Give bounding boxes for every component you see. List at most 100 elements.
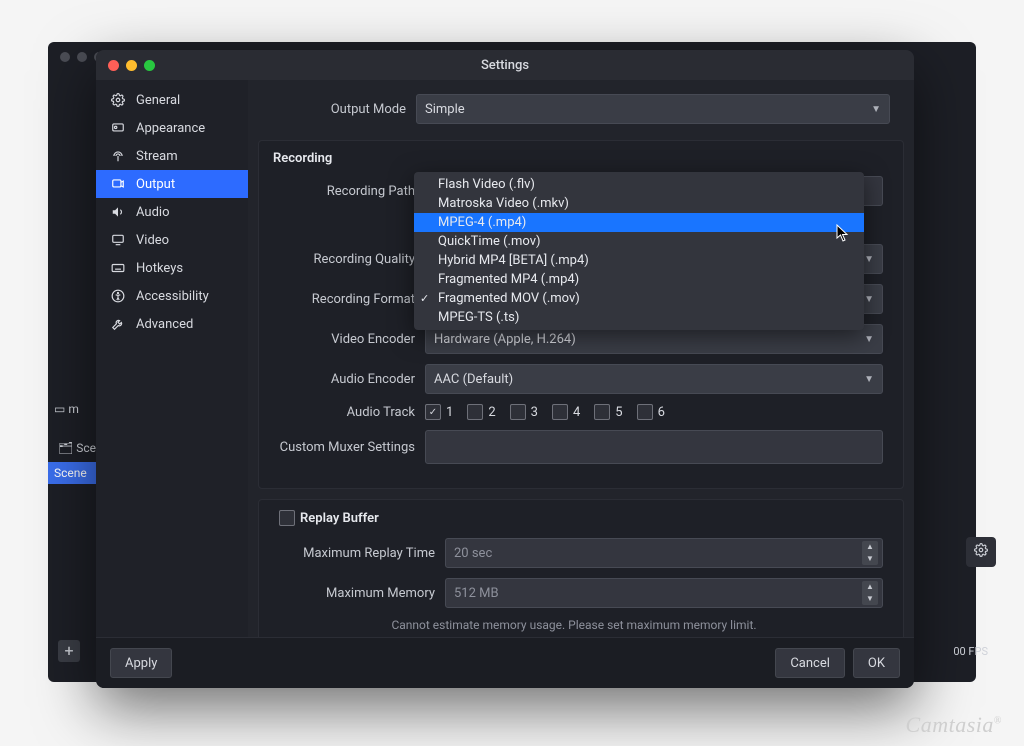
max-memory-label: Maximum Memory [265, 586, 445, 601]
audio-track-2[interactable]: 2 [467, 404, 495, 420]
audio-encoder-label: Audio Encoder [265, 372, 425, 387]
sidebar-item-advanced[interactable]: Advanced [96, 310, 248, 338]
recording-format-dropdown[interactable]: Flash Video (.flv) Matroska Video (.mkv) M… [414, 172, 864, 330]
replay-buffer-checkbox[interactable] [279, 510, 295, 526]
max-memory-input[interactable]: 512 MB ▲▼ [445, 578, 883, 608]
bg-monitor-icon-label: ▭ m [54, 402, 79, 416]
replay-buffer-title: Replay Buffer [300, 511, 379, 526]
format-option[interactable]: Matroska Video (.mkv) [414, 194, 864, 213]
format-option[interactable]: MPEG-4 (.mp4) [414, 213, 864, 232]
speaker-icon [110, 205, 126, 219]
replay-buffer-hint: Cannot estimate memory usage. Please set… [265, 618, 883, 632]
output-mode-select[interactable]: Simple ▼ [416, 94, 890, 124]
audio-track-checkbox[interactable] [425, 404, 441, 420]
output-mode-value: Simple [425, 102, 465, 117]
traffic-lights[interactable] [108, 60, 155, 71]
format-option-label: Fragmented MOV (.mov) [438, 291, 580, 306]
sidebar-item-video[interactable]: Video [96, 226, 248, 254]
sidebar-item-label: Advanced [136, 317, 193, 332]
audio-track-label: Audio Track [265, 405, 425, 420]
format-option[interactable]: MPEG-TS (.ts) [414, 308, 864, 327]
settings-footer: Apply Cancel OK [96, 637, 914, 688]
replay-buffer-section: Replay Buffer Maximum Replay Time 20 sec… [258, 499, 904, 637]
monitor-icon [110, 233, 126, 247]
sidebar-item-label: Appearance [136, 121, 205, 136]
close-window-button[interactable] [108, 60, 119, 71]
spinner-buttons[interactable]: ▲▼ [862, 541, 878, 565]
chevron-down-icon: ▼ [864, 254, 874, 265]
antenna-icon [110, 149, 126, 163]
audio-track-checkbox[interactable] [594, 404, 610, 420]
custom-muxer-input[interactable] [425, 430, 883, 464]
wrench-icon [110, 317, 126, 331]
sidebar-item-stream[interactable]: Stream [96, 142, 248, 170]
bg-add-button[interactable]: + [58, 640, 80, 662]
format-option[interactable]: Flash Video (.flv) [414, 175, 864, 194]
output-icon [110, 177, 126, 191]
sidebar-item-label: Audio [136, 205, 169, 220]
minimize-window-button[interactable] [126, 60, 137, 71]
video-encoder-label: Video Encoder [265, 332, 425, 347]
video-encoder-value: Hardware (Apple, H.264) [434, 332, 576, 347]
titlebar: Settings [96, 50, 914, 80]
sidebar-item-appearance[interactable]: Appearance [96, 114, 248, 142]
zoom-window-button[interactable] [144, 60, 155, 71]
sidebar-item-audio[interactable]: Audio [96, 198, 248, 226]
format-option-label: MPEG-4 (.mp4) [438, 215, 526, 230]
max-replay-time-input[interactable]: 20 sec ▲▼ [445, 538, 883, 568]
watermark: Camtasia® [906, 712, 1002, 738]
format-option-label: Hybrid MP4 [BETA] (.mp4) [438, 253, 589, 268]
chevron-down-icon: ▼ [864, 334, 874, 345]
custom-muxer-label: Custom Muxer Settings [265, 440, 425, 455]
format-option-label: QuickTime (.mov) [438, 234, 541, 249]
audio-encoder-select[interactable]: AAC (Default) ▼ [425, 364, 883, 394]
ok-button[interactable]: OK [853, 648, 900, 678]
check-icon: ✓ [420, 289, 429, 308]
sidebar-item-general[interactable]: General [96, 86, 248, 114]
max-replay-time-label: Maximum Replay Time [265, 546, 445, 561]
audio-track-checkbox[interactable] [552, 404, 568, 420]
audio-track-checkbox[interactable] [510, 404, 526, 420]
window-title: Settings [96, 58, 914, 73]
bg-fps-label: 00 FPS [953, 645, 988, 658]
bg-scene-item: Scene [48, 462, 96, 484]
audio-track-3[interactable]: 3 [510, 404, 538, 420]
settings-window: Settings General Appearance Stream Output Au… [96, 50, 914, 688]
spinner-buttons[interactable]: ▲▼ [862, 581, 878, 605]
audio-tracks-group: 123456 [425, 404, 883, 420]
audio-track-4[interactable]: 4 [552, 404, 580, 420]
sidebar-item-label: Stream [136, 149, 178, 164]
accessibility-icon [110, 289, 126, 303]
format-option-label: Matroska Video (.mkv) [438, 196, 569, 211]
format-option[interactable]: Fragmented MP4 (.mp4) [414, 270, 864, 289]
format-option[interactable]: ✓ Fragmented MOV (.mov) [414, 289, 864, 308]
cancel-button[interactable]: Cancel [775, 648, 845, 678]
audio-track-checkbox[interactable] [637, 404, 653, 420]
sidebar-item-label: Accessibility [136, 289, 209, 304]
keyboard-icon [110, 261, 126, 275]
chevron-down-icon: ▼ [864, 374, 874, 385]
format-option[interactable]: QuickTime (.mov) [414, 232, 864, 251]
chevron-down-icon: ▼ [864, 294, 874, 305]
sidebar-item-label: Hotkeys [136, 261, 183, 276]
audio-track-6[interactable]: 6 [637, 404, 665, 420]
gear-icon [110, 93, 126, 107]
recording-quality-label: Recording Quality [265, 252, 425, 267]
bg-settings-button[interactable] [966, 537, 996, 567]
audio-track-1[interactable]: 1 [425, 404, 453, 420]
recording-section-title: Recording [273, 151, 883, 166]
format-option-label: Flash Video (.flv) [438, 177, 535, 192]
sidebar-item-accessibility[interactable]: Accessibility [96, 282, 248, 310]
output-mode-label: Output Mode [256, 102, 416, 117]
format-option-label: MPEG-TS (.ts) [438, 310, 519, 325]
sidebar-item-output[interactable]: Output [96, 170, 248, 198]
format-option-label: Fragmented MP4 (.mp4) [438, 272, 579, 287]
sidebar-item-hotkeys[interactable]: Hotkeys [96, 254, 248, 282]
chevron-down-icon: ▼ [871, 104, 881, 115]
audio-encoder-value: AAC (Default) [434, 372, 513, 387]
apply-button[interactable]: Apply [110, 648, 172, 678]
audio-track-checkbox[interactable] [467, 404, 483, 420]
audio-track-5[interactable]: 5 [594, 404, 622, 420]
format-option[interactable]: Hybrid MP4 [BETA] (.mp4) [414, 251, 864, 270]
max-replay-time-value: 20 sec [454, 546, 492, 561]
